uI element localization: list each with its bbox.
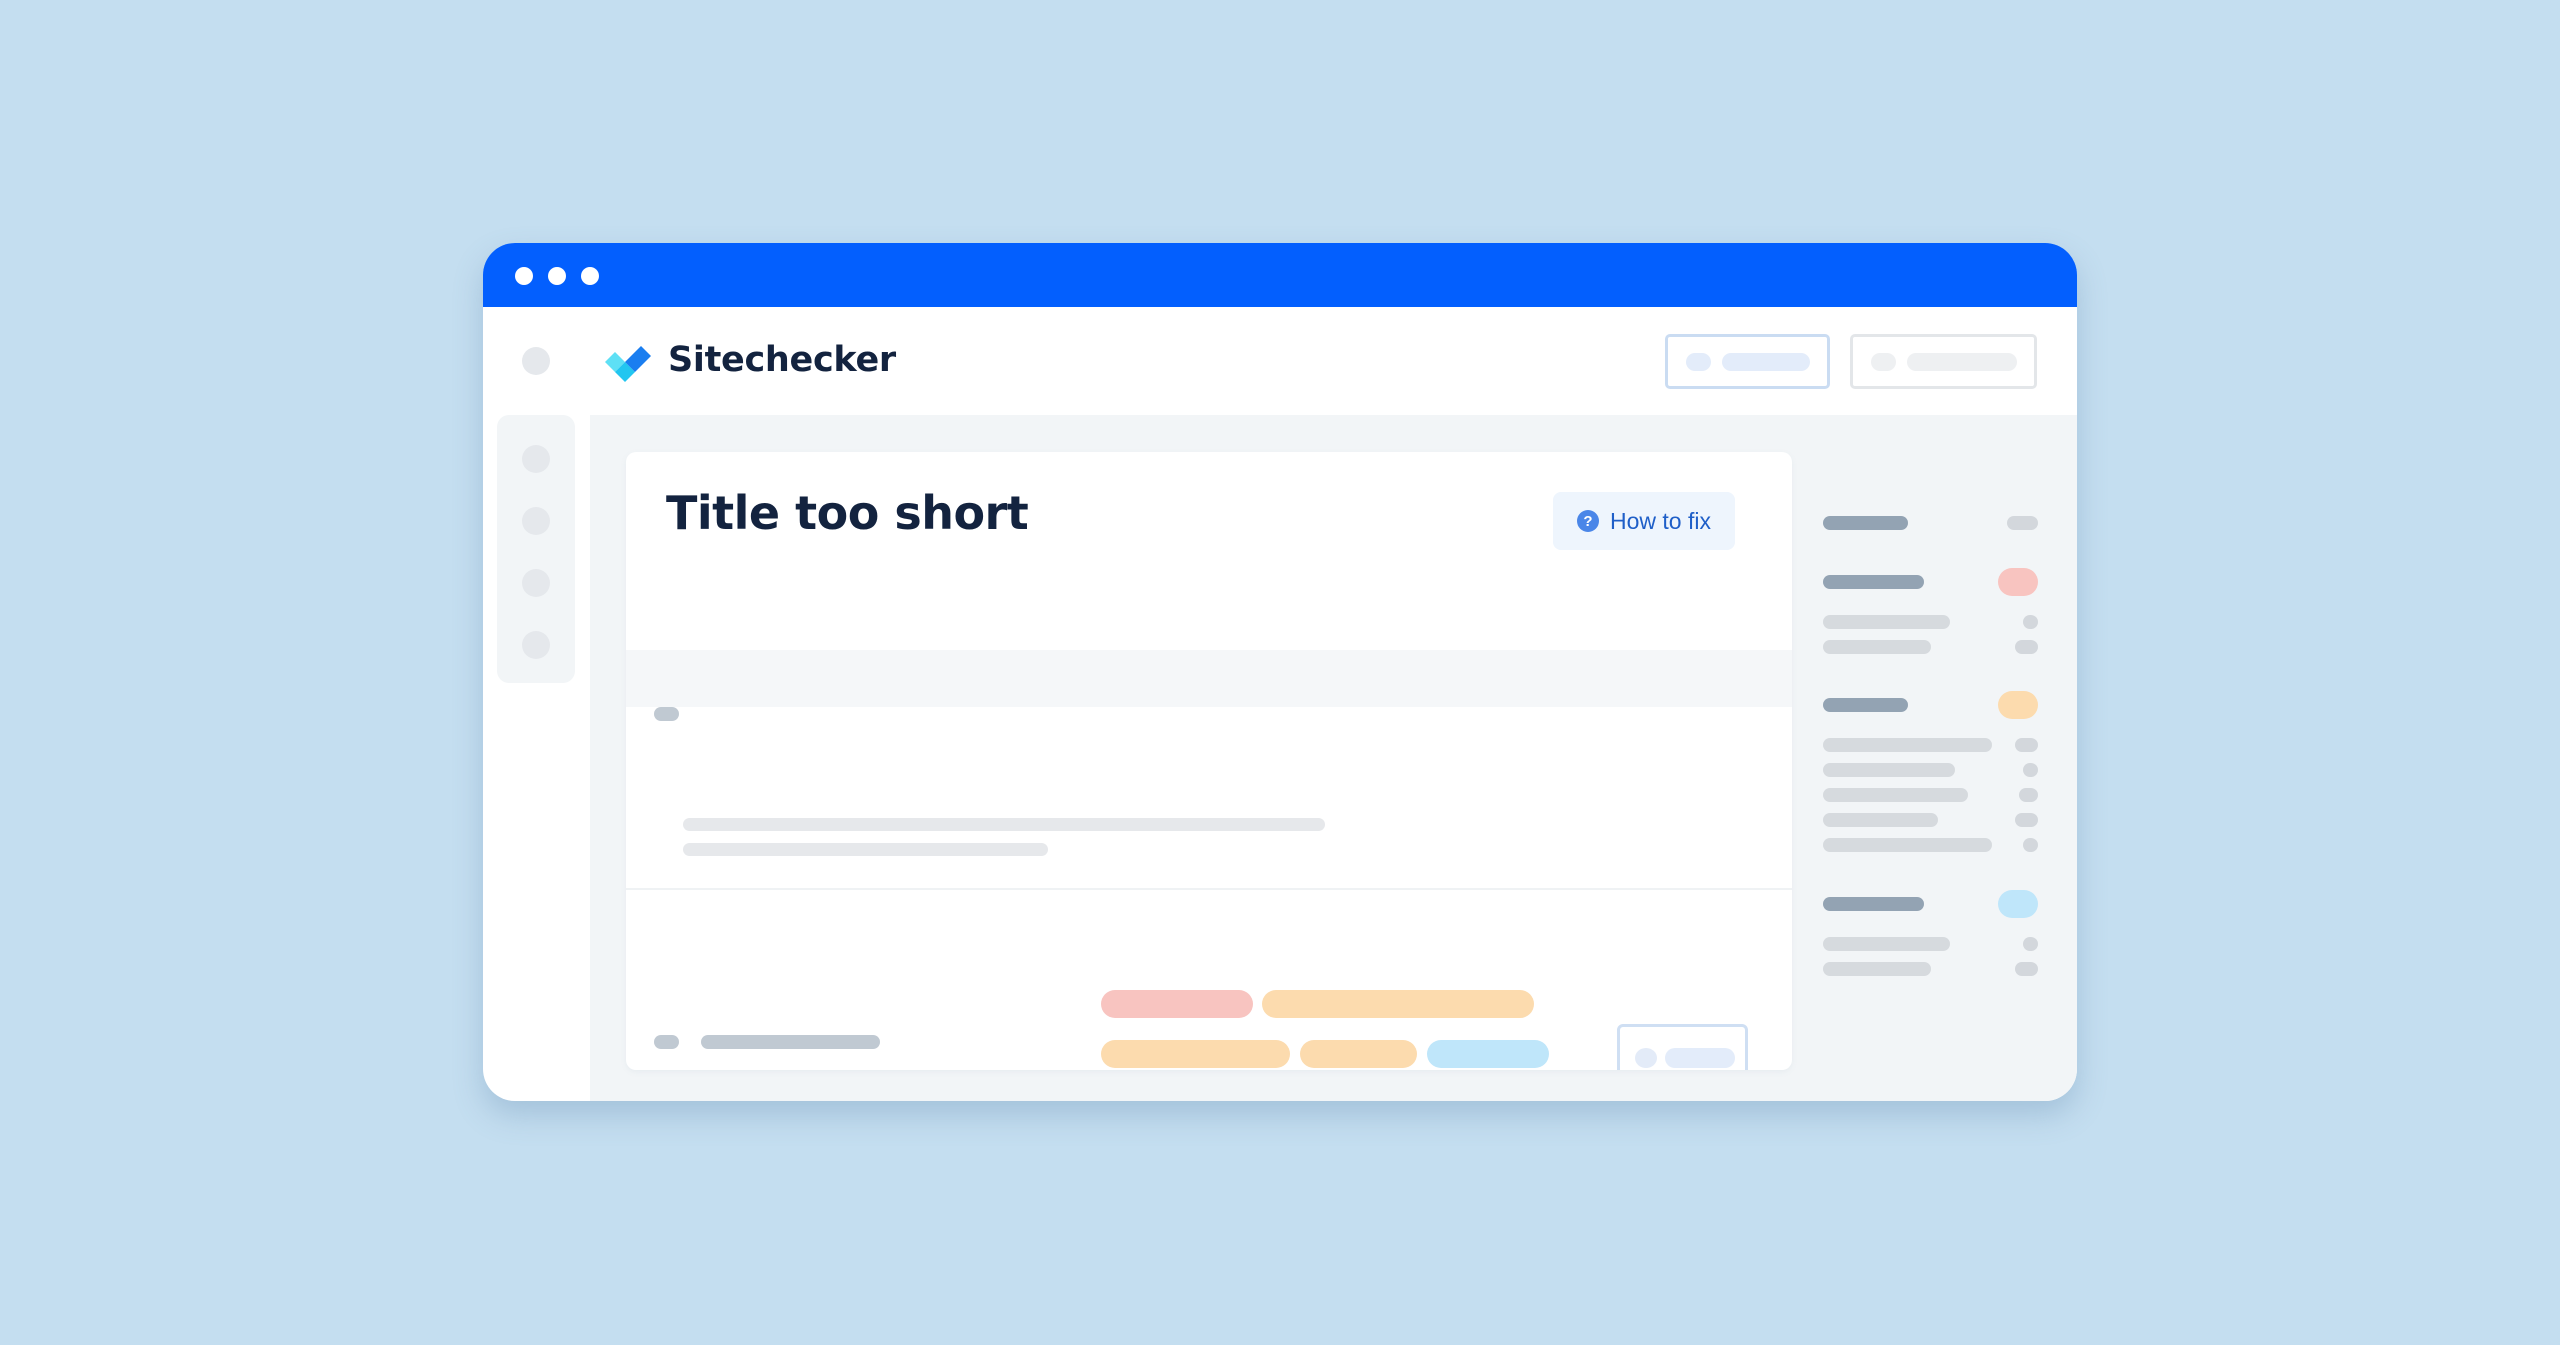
panel-section-label[interactable]: [1823, 575, 1924, 589]
tag: [1262, 990, 1534, 1018]
panel-count-pill: [2015, 640, 2038, 654]
window-titlebar: [483, 243, 2077, 307]
panel-count-pill: [2015, 962, 2038, 976]
issue-title: Title too short: [666, 486, 1029, 540]
row-marker: [654, 1035, 679, 1049]
panel-section-label[interactable]: [1823, 698, 1908, 712]
panel-count-pill: [2015, 813, 2038, 827]
panel-line[interactable]: [1823, 615, 1950, 629]
tag: [1427, 1040, 1549, 1068]
row-action-button[interactable]: [1617, 1024, 1748, 1070]
tag: [1300, 1040, 1417, 1068]
header-button-secondary[interactable]: [1850, 334, 2037, 389]
how-to-fix-label: How to fix: [1610, 507, 1711, 534]
panel-line[interactable]: [1823, 813, 1938, 827]
panel-line[interactable]: [1823, 937, 1950, 951]
right-panel: [1799, 415, 2077, 1101]
panel-severity-badge: [1998, 691, 2038, 719]
sidebar: [497, 415, 575, 683]
window-control-dot[interactable]: [515, 267, 533, 285]
panel-section-label[interactable]: [1823, 897, 1924, 911]
header-button-primary[interactable]: [1665, 334, 1830, 389]
panel-section-label[interactable]: [1823, 516, 1908, 530]
button-icon-placeholder: [1635, 1048, 1657, 1068]
panel-count-pill: [2023, 615, 2038, 629]
panel-severity-badge: [1998, 890, 2038, 918]
row-url-placeholder[interactable]: [701, 1035, 880, 1049]
row-divider: [626, 888, 1792, 890]
button-icon-placeholder: [1871, 353, 1896, 371]
issue-card: Title too short ? How to fix: [626, 452, 1792, 1070]
button-icon-placeholder: [1686, 353, 1711, 371]
tag: [1101, 990, 1253, 1018]
sidebar-item[interactable]: [522, 631, 550, 659]
button-label-placeholder: [1722, 353, 1810, 371]
browser-window: Sitechecker Title too short ? How to fix: [483, 243, 2077, 1101]
panel-severity-badge: [1998, 568, 2038, 596]
button-label-placeholder: [1907, 353, 2017, 371]
panel-count-pill: [2023, 838, 2038, 852]
panel-count-pill: [2023, 937, 2038, 951]
panel-line[interactable]: [1823, 962, 1931, 976]
button-label-placeholder: [1665, 1048, 1735, 1068]
sidebar-item[interactable]: [522, 445, 550, 473]
table-header: [626, 650, 1792, 707]
window-control-dot[interactable]: [548, 267, 566, 285]
panel-line[interactable]: [1823, 838, 1992, 852]
panel-line[interactable]: [1823, 788, 1968, 802]
how-to-fix-button[interactable]: ? How to fix: [1553, 492, 1735, 550]
panel-line[interactable]: [1823, 738, 1992, 752]
panel-count-pill: [2007, 516, 2038, 530]
table-row[interactable]: [626, 707, 1792, 888]
header-avatar-placeholder[interactable]: [522, 347, 550, 375]
tag: [1101, 1040, 1290, 1068]
panel-line[interactable]: [1823, 640, 1931, 654]
window-control-dot[interactable]: [581, 267, 599, 285]
panel-count-pill: [2019, 788, 2038, 802]
sidebar-item[interactable]: [522, 569, 550, 597]
question-circle-icon: ?: [1577, 510, 1599, 532]
brand-name[interactable]: Sitechecker: [668, 340, 896, 380]
panel-count-pill: [2023, 763, 2038, 777]
panel-line[interactable]: [1823, 763, 1955, 777]
row-marker: [654, 707, 679, 721]
panel-count-pill: [2015, 738, 2038, 752]
checkmark-logo-icon: [605, 346, 651, 382]
sidebar-item[interactable]: [522, 507, 550, 535]
